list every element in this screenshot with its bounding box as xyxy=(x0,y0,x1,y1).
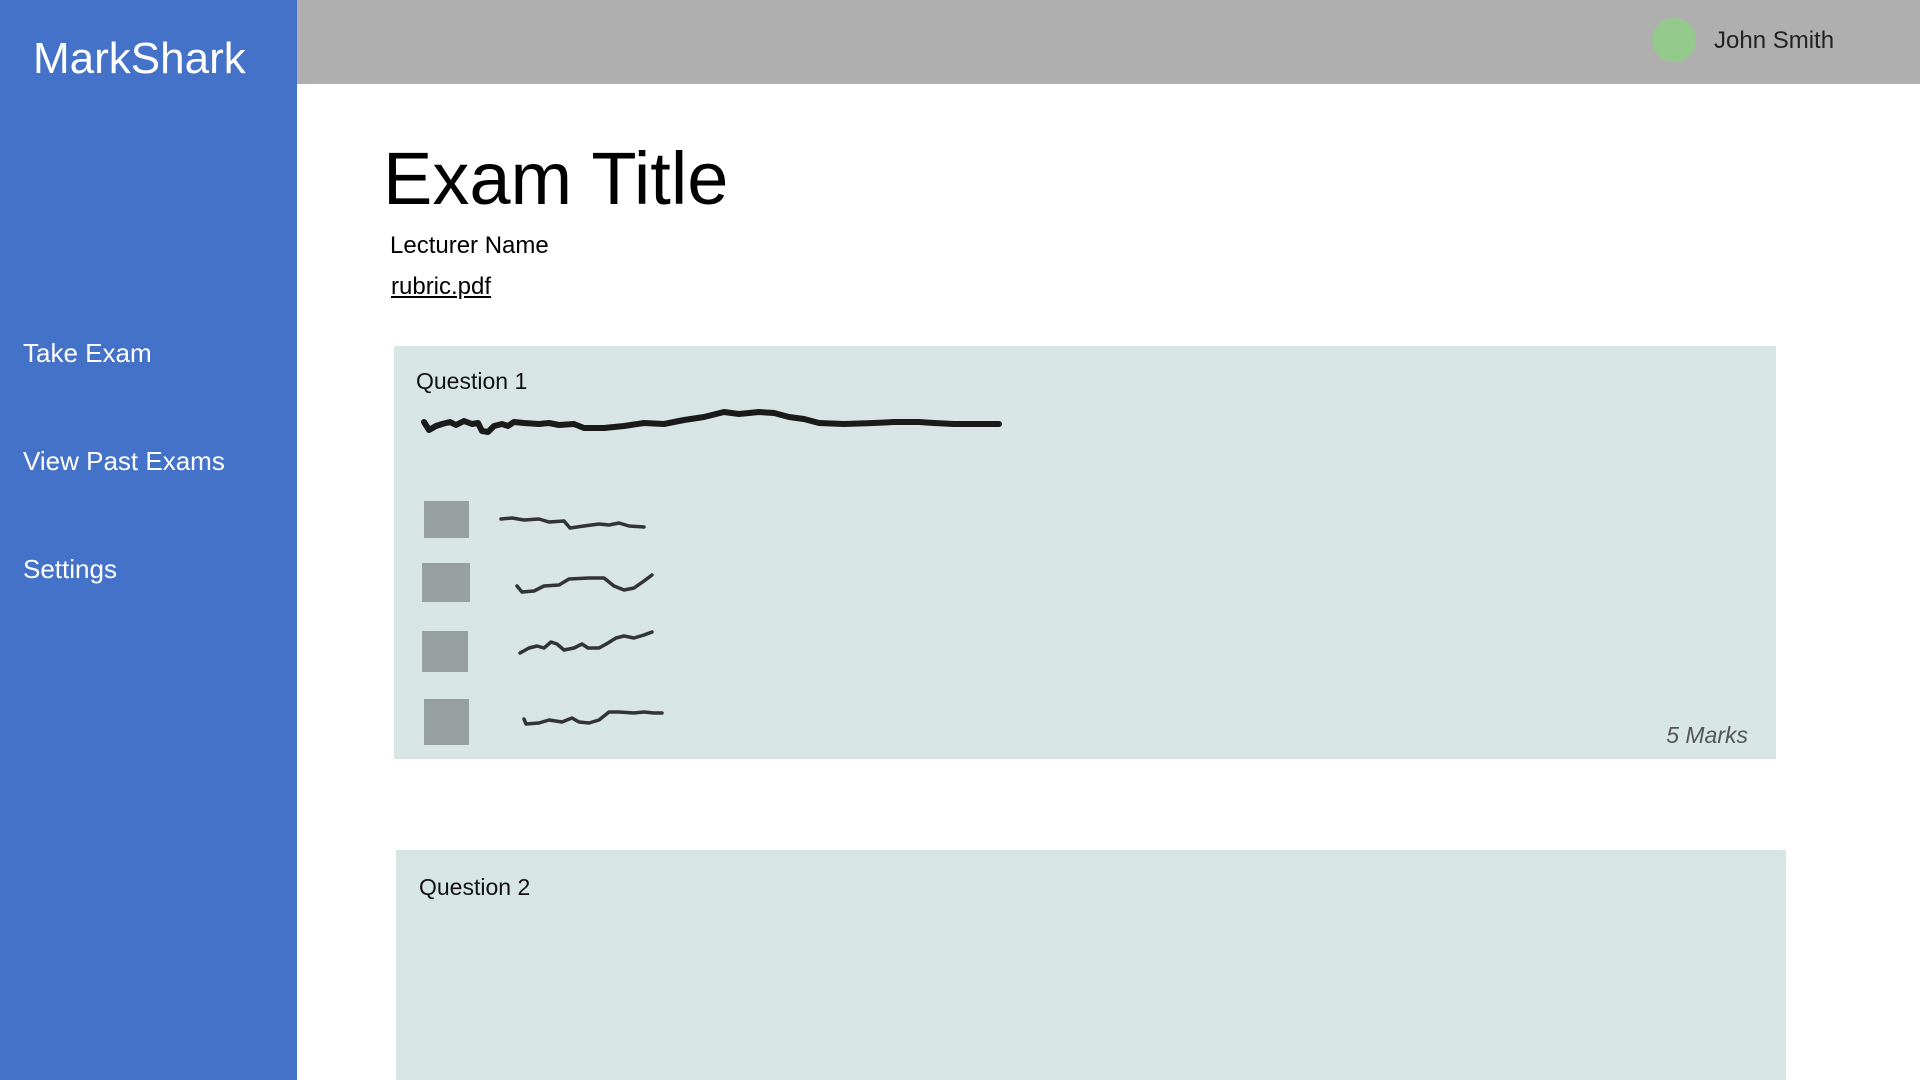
exam-title: Exam Title xyxy=(383,137,729,220)
sidebar-item-view-past-exams[interactable]: View Past Exams xyxy=(23,446,225,477)
question-marks: 5 Marks xyxy=(1666,722,1748,748)
lecturer-name: Lecturer Name xyxy=(390,232,549,259)
rubric-link[interactable]: rubric.pdf xyxy=(391,273,491,301)
user-name[interactable]: John Smith xyxy=(1714,27,1834,55)
sidebar: MarkShark Take Exam View Past Exams Sett… xyxy=(0,0,297,1080)
sidebar-item-settings[interactable]: Settings xyxy=(23,554,117,585)
question-card-1: Question 1 5 Marks xyxy=(394,346,1776,759)
user-avatar[interactable] xyxy=(1652,18,1696,62)
option-text-scribbles xyxy=(499,516,664,726)
question-label: Question 2 xyxy=(419,874,531,900)
sidebar-item-take-exam[interactable]: Take Exam xyxy=(23,338,152,369)
question-card-2: Question 2 xyxy=(396,850,1786,1080)
app-logo-text: MarkShark xyxy=(33,34,246,83)
